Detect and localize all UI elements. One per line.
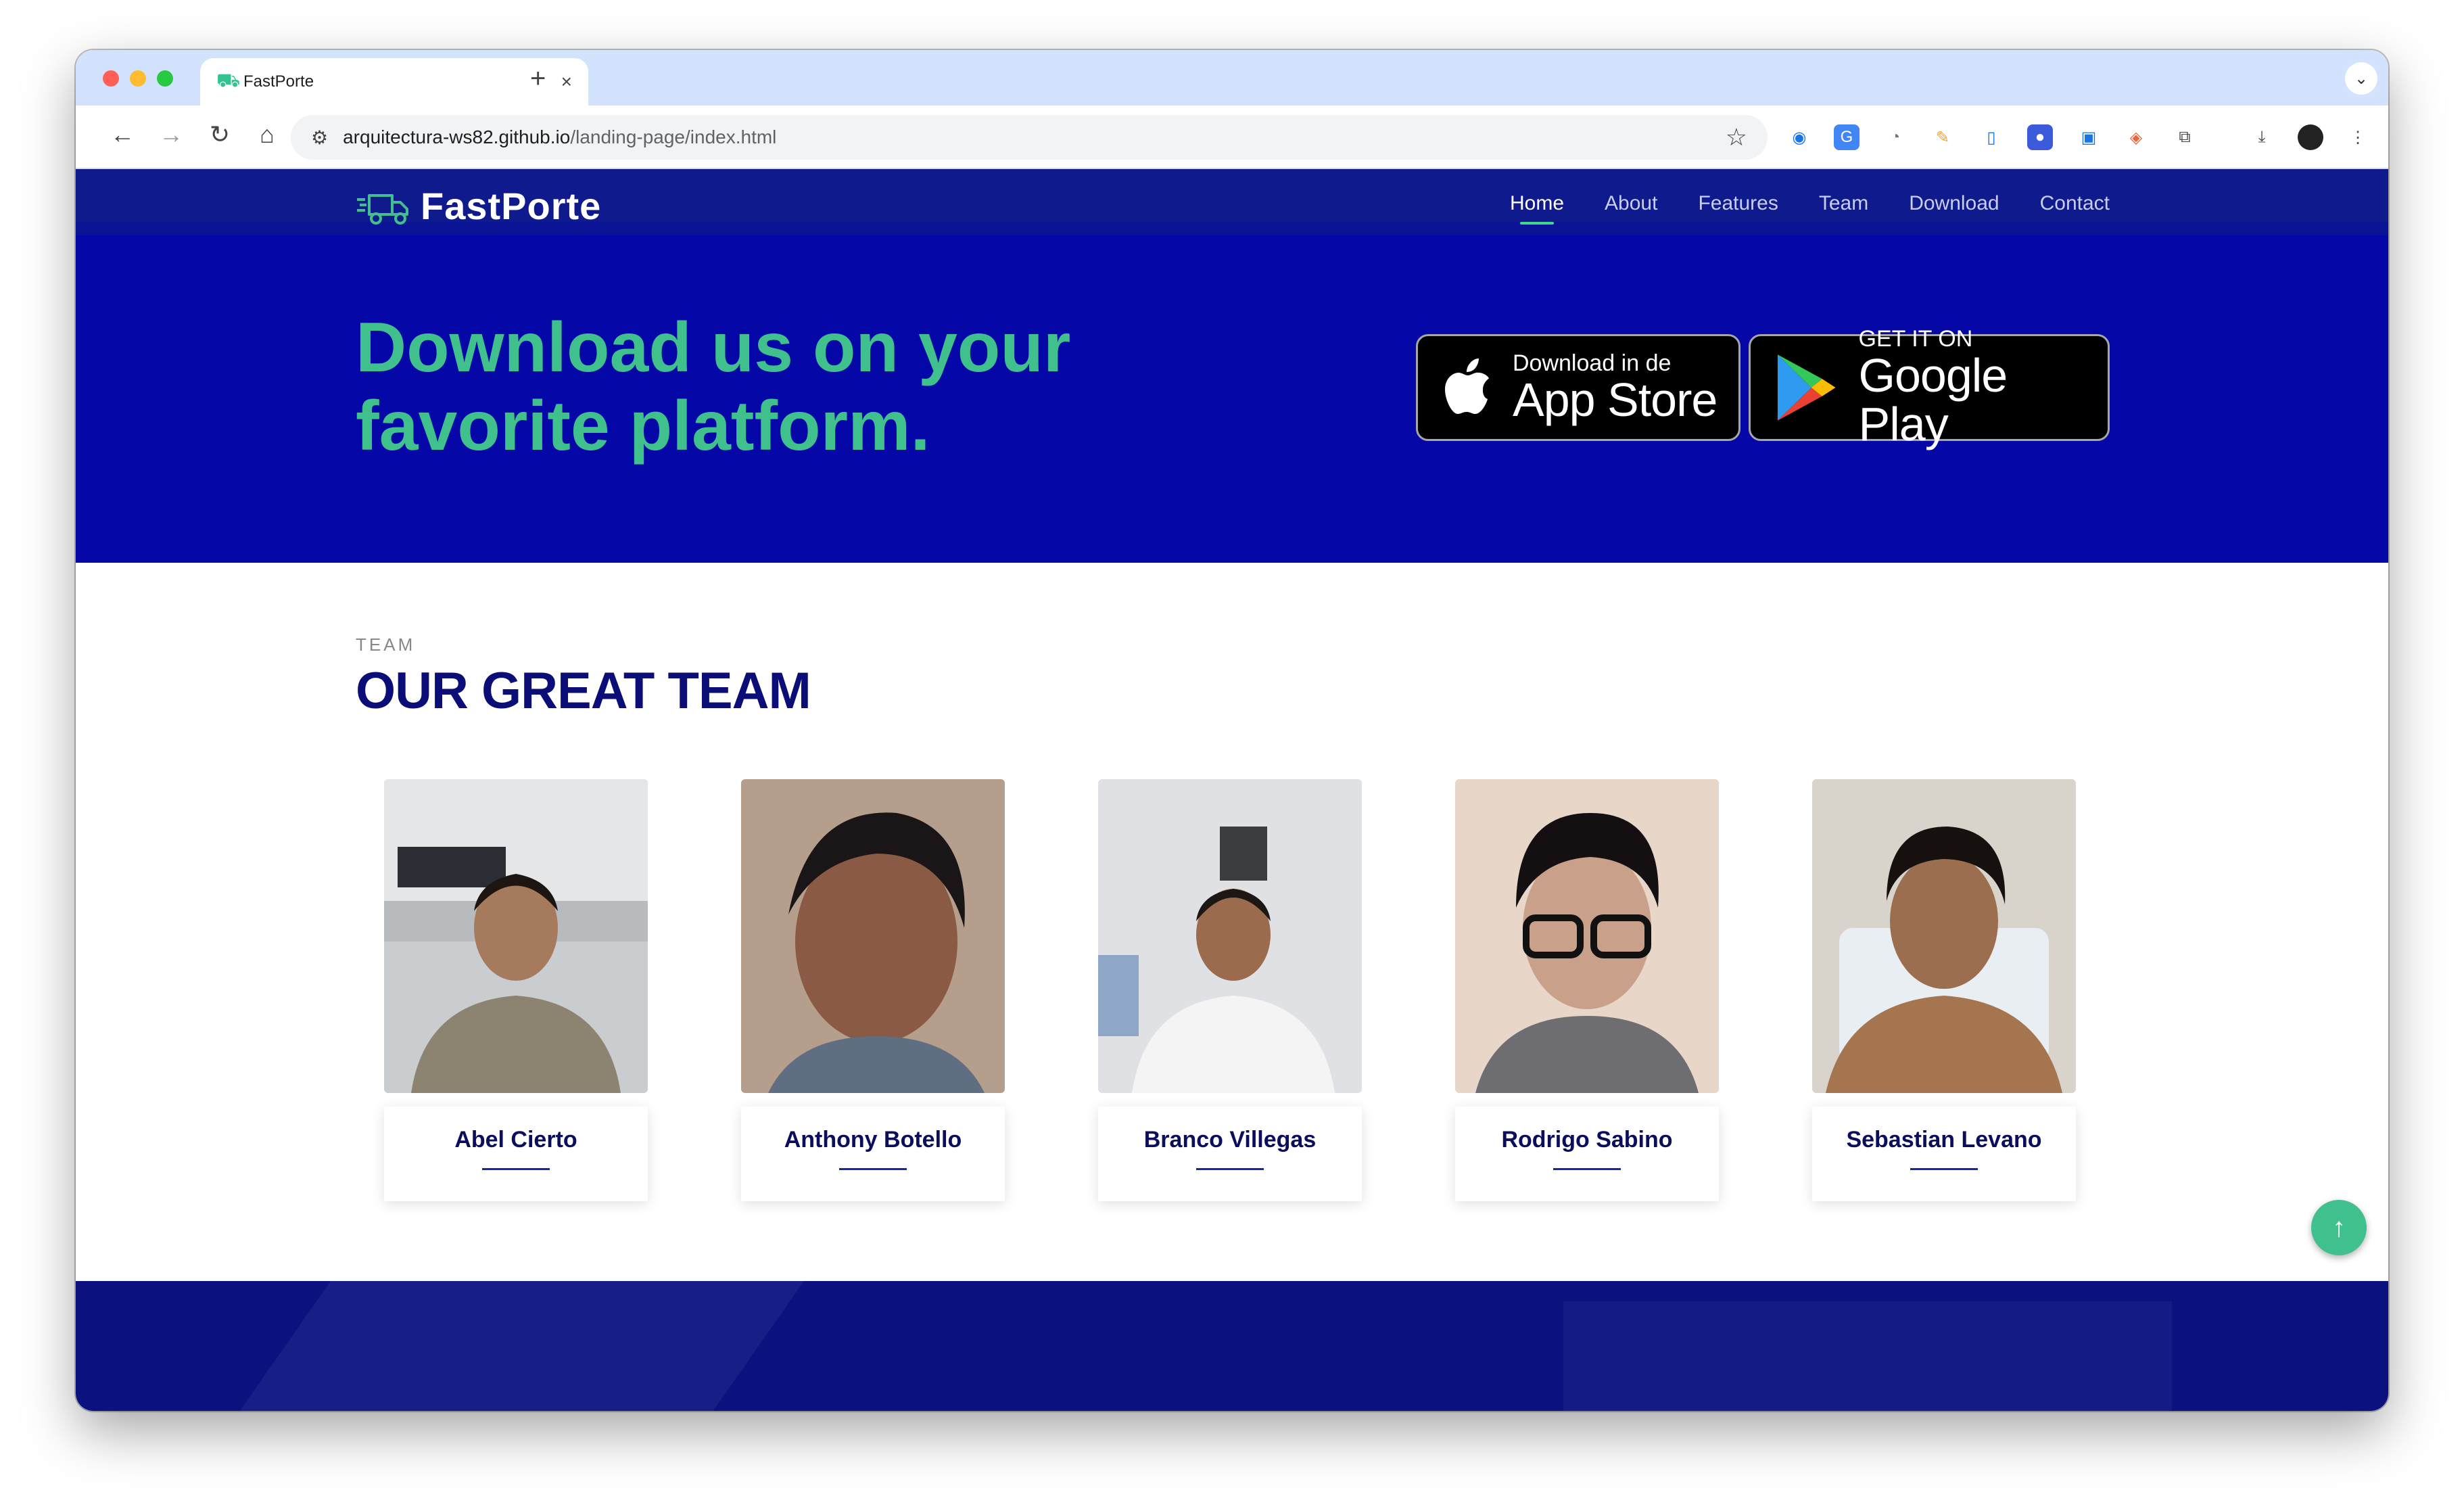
brand-name: FastPorte — [421, 185, 602, 227]
app-store-small-text: Download in de — [1513, 350, 1672, 376]
browser-window: ⛟ FastPorte × + ⌄ ← → ↻ ⌂ ⚙ arquitectura… — [76, 50, 2388, 1411]
site-navbar: FastPorte Home About Features Team Downl… — [76, 169, 2388, 235]
nav-download[interactable]: Download — [1909, 192, 1999, 215]
reload-icon[interactable]: ↻ — [203, 120, 237, 149]
member-name: Rodrigo Sabino — [1501, 1127, 1673, 1153]
brand-logo[interactable]: FastPorte — [356, 184, 601, 228]
nav-home[interactable]: Home — [1510, 192, 1564, 225]
member-name: Abel Cierto — [454, 1127, 577, 1153]
download-icon[interactable]: ⤓ — [2249, 124, 2275, 150]
nav-features[interactable]: Features — [1698, 192, 1778, 215]
browser-toolbar: ← → ↻ ⌂ ⚙ arquitectura-ws82.github.io/la… — [76, 106, 2388, 169]
team-member-card[interactable]: Rodrigo Sabino — [1455, 779, 1719, 1201]
arrow-up-icon: ↑ — [2332, 1212, 2346, 1242]
member-photo — [1812, 779, 2076, 1093]
team-member-card[interactable]: Anthony Botello — [741, 779, 1005, 1201]
new-tab-icon[interactable]: + — [530, 64, 546, 94]
name-underline — [839, 1168, 907, 1170]
member-name: Branco Villegas — [1143, 1127, 1317, 1153]
more-menu-icon[interactable]: ⋮ — [2345, 124, 2371, 150]
extension-badge-icon[interactable]: ● — [2027, 124, 2053, 150]
google-play-big-text: Google Play — [1858, 349, 2008, 450]
hero-headline: Download us on your favorite platform. — [356, 308, 1167, 465]
extension-read-aloud-icon[interactable]: ◉ — [1786, 124, 1812, 150]
app-store-badge[interactable]: Download in de App Store — [1416, 334, 1740, 441]
url-host: arquitectura-ws82.github.io — [343, 126, 571, 147]
member-name-card: Sebastian Levano — [1812, 1107, 2076, 1201]
member-photo — [1455, 779, 1719, 1093]
extension-document-icon[interactable]: ▯ — [1979, 124, 2004, 150]
extensions-puzzle-icon[interactable]: ⧉ — [2172, 124, 2198, 150]
team-member-card[interactable]: Abel Cierto — [384, 779, 648, 1201]
footer-banner — [76, 1281, 2388, 1411]
address-bar[interactable]: ⚙ arquitectura-ws82.github.io/landing-pa… — [291, 115, 1768, 160]
extension-layers-icon[interactable]: ◈ — [2123, 124, 2149, 150]
profile-avatar-icon[interactable] — [2298, 124, 2323, 150]
member-photo — [741, 779, 1005, 1093]
truck-favicon-icon: ⛟ — [216, 70, 241, 91]
extension-translate-icon[interactable]: G — [1834, 124, 1859, 150]
download-hero: Download us on your favorite platform. D… — [76, 235, 2388, 563]
section-kicker: TEAM — [356, 634, 416, 655]
member-photo — [1098, 779, 1362, 1093]
tab-strip: ⛟ FastPorte × + ⌄ — [76, 50, 2388, 106]
extension-clock-icon[interactable]: ◔ — [1882, 124, 1908, 150]
google-play-small-text: GET IT ON — [1858, 326, 1973, 352]
tab-title: FastPorte — [243, 72, 314, 91]
team-member-card[interactable]: Branco Villegas — [1098, 779, 1362, 1201]
google-play-logo-icon — [1777, 354, 1836, 421]
name-underline — [482, 1168, 550, 1170]
bookmark-star-icon[interactable]: ☆ — [1726, 123, 1747, 152]
member-name-card: Abel Cierto — [384, 1107, 648, 1201]
member-name: Anthony Botello — [784, 1127, 962, 1153]
team-section: TEAM OUR GREAT TEAM Abel Cierto Anthony … — [76, 563, 2388, 1281]
home-icon[interactable]: ⌂ — [250, 120, 284, 149]
forward-arrow-icon[interactable]: → — [154, 120, 188, 149]
member-name: Sebastian Levano — [1846, 1127, 2042, 1153]
extension-pen-icon[interactable]: ✎ — [1930, 124, 1956, 150]
name-underline — [1196, 1168, 1264, 1170]
section-title: OUR GREAT TEAM — [356, 662, 811, 720]
scroll-to-top-button[interactable]: ↑ — [2311, 1200, 2367, 1255]
app-store-big-text: App Store — [1513, 373, 1717, 426]
team-member-card[interactable]: Sebastian Levano — [1812, 779, 2076, 1201]
maximize-window-button[interactable] — [157, 70, 173, 87]
url-text: arquitectura-ws82.github.io/landing-page… — [343, 126, 1726, 148]
web-page: FastPorte Home About Features Team Downl… — [76, 169, 2388, 1411]
hero-headline-line2: favorite platform. — [356, 387, 930, 465]
main-menu: Home About Features Team Download Contac… — [1510, 192, 2110, 225]
footer-decoration — [207, 1281, 824, 1411]
google-play-badge[interactable]: GET IT ON Google Play — [1749, 327, 2110, 448]
nav-about[interactable]: About — [1605, 192, 1657, 215]
close-tab-icon[interactable]: × — [561, 71, 572, 93]
site-settings-icon[interactable]: ⚙ — [311, 126, 328, 149]
member-name-card: Rodrigo Sabino — [1455, 1107, 1719, 1201]
tab-search-chevron-icon[interactable]: ⌄ — [2345, 62, 2377, 95]
extension-screenshot-icon[interactable]: ▣ — [2076, 124, 2102, 150]
truck-logo-icon — [357, 193, 408, 225]
member-name-card: Anthony Botello — [741, 1107, 1005, 1201]
member-photo — [384, 779, 648, 1093]
name-underline — [1553, 1168, 1621, 1170]
hero-headline-line1: Download us on your — [356, 308, 1071, 387]
nav-contact[interactable]: Contact — [2040, 192, 2110, 215]
minimize-window-button[interactable] — [130, 70, 146, 87]
footer-decoration — [1563, 1301, 2172, 1411]
name-underline — [1910, 1168, 1978, 1170]
member-name-card: Branco Villegas — [1098, 1107, 1362, 1201]
apple-logo-icon — [1445, 358, 1489, 414]
nav-team[interactable]: Team — [1819, 192, 1868, 215]
back-arrow-icon[interactable]: ← — [105, 120, 139, 149]
url-path: /landing-page/index.html — [570, 126, 777, 147]
close-window-button[interactable] — [103, 70, 119, 87]
